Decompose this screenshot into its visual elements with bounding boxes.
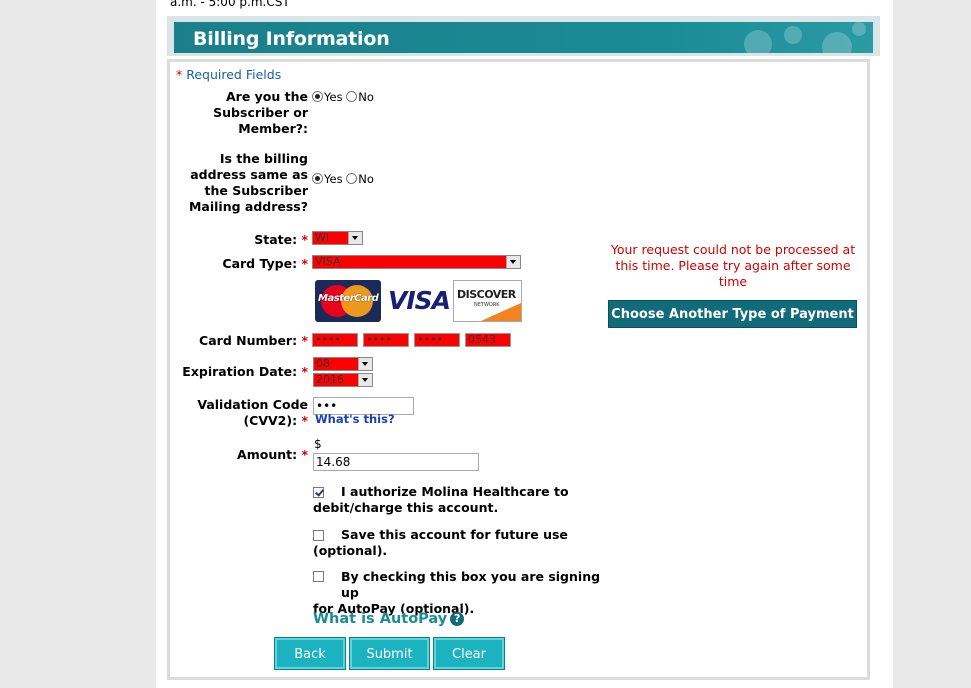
cvv-help-link[interactable]: What's this? [315, 412, 395, 426]
billing-same-radio-group: Yes No [312, 172, 374, 186]
banner-decoration [744, 30, 772, 53]
billing-same-yes-radio[interactable] [312, 173, 323, 184]
card-number-part-4[interactable]: 0543 [465, 333, 511, 347]
choose-another-payment-button[interactable]: Choose Another Type of Payment [608, 300, 857, 328]
amount-input[interactable]: 14.68 [313, 453, 479, 471]
expiration-label: Expiration Date: * [182, 364, 308, 379]
help-icon[interactable]: ? [450, 612, 465, 626]
banner-decoration [784, 26, 802, 44]
currency-symbol: $ [314, 437, 322, 451]
subscriber-question-label: Are you the Subscriber or Member?: [213, 89, 308, 136]
visa-logo: VISA [386, 280, 451, 322]
save-account-text: Save this account for future use (option… [313, 527, 568, 558]
right-gutter [893, 0, 971, 688]
state-select[interactable]: WI [312, 231, 363, 245]
expiration-month-select[interactable]: 08 [313, 357, 373, 371]
card-number-part-1[interactable]: •••• [312, 333, 358, 347]
card-logos: MasterCard VISA DISCOVER NETWORK [312, 277, 525, 325]
banner-decoration [822, 32, 852, 53]
billing-same-question-label: Is the billing address same as the Subsc… [188, 151, 308, 214]
card-number-part-2[interactable]: •••• [363, 333, 409, 347]
submit-button[interactable]: Submit [349, 637, 430, 670]
chevron-down-icon [348, 232, 362, 244]
mastercard-logo: MasterCard [315, 280, 381, 322]
chevron-down-icon [358, 374, 372, 386]
card-number-label: Card Number: * [199, 333, 308, 348]
card-type-label: Card Type: * [222, 256, 308, 271]
billing-same-no-radio[interactable] [346, 173, 358, 184]
expiration-year-select[interactable]: 2016 [313, 373, 373, 387]
subscriber-no-radio[interactable] [346, 91, 358, 102]
page-title: Billing Information [193, 28, 390, 50]
authorize-text: I authorize Molina Healthcare to debit/c… [313, 484, 569, 515]
autopay-text: By checking this box you are signing up … [313, 569, 601, 616]
required-fields-note: * Required Fields [176, 67, 282, 82]
what-is-autopay-link[interactable]: What is AutoPay? [313, 611, 465, 627]
discover-logo: DISCOVER NETWORK [453, 280, 522, 322]
error-message: Your request could not be processed at t… [610, 242, 856, 289]
banner-bar: Billing Information [174, 22, 873, 53]
chevron-down-icon [358, 358, 372, 370]
card-type-select[interactable]: VISA [312, 255, 521, 269]
hours-text: a.m. - 5:00 p.m.CST [170, 0, 290, 9]
back-button[interactable]: Back [274, 637, 346, 670]
banner-decoration [852, 22, 866, 36]
chevron-down-icon [506, 256, 520, 268]
cvv-label: Validation Code (CVV2): * [197, 397, 308, 428]
amount-label: Amount: * [237, 447, 308, 462]
subscriber-yes-radio[interactable] [312, 91, 323, 102]
clear-button[interactable]: Clear [433, 637, 505, 670]
state-label: State: * [254, 232, 308, 247]
subscriber-radio-group: Yes No [312, 90, 374, 104]
card-number-part-3[interactable]: •••• [414, 333, 460, 347]
billing-banner: Billing Information [167, 16, 880, 56]
